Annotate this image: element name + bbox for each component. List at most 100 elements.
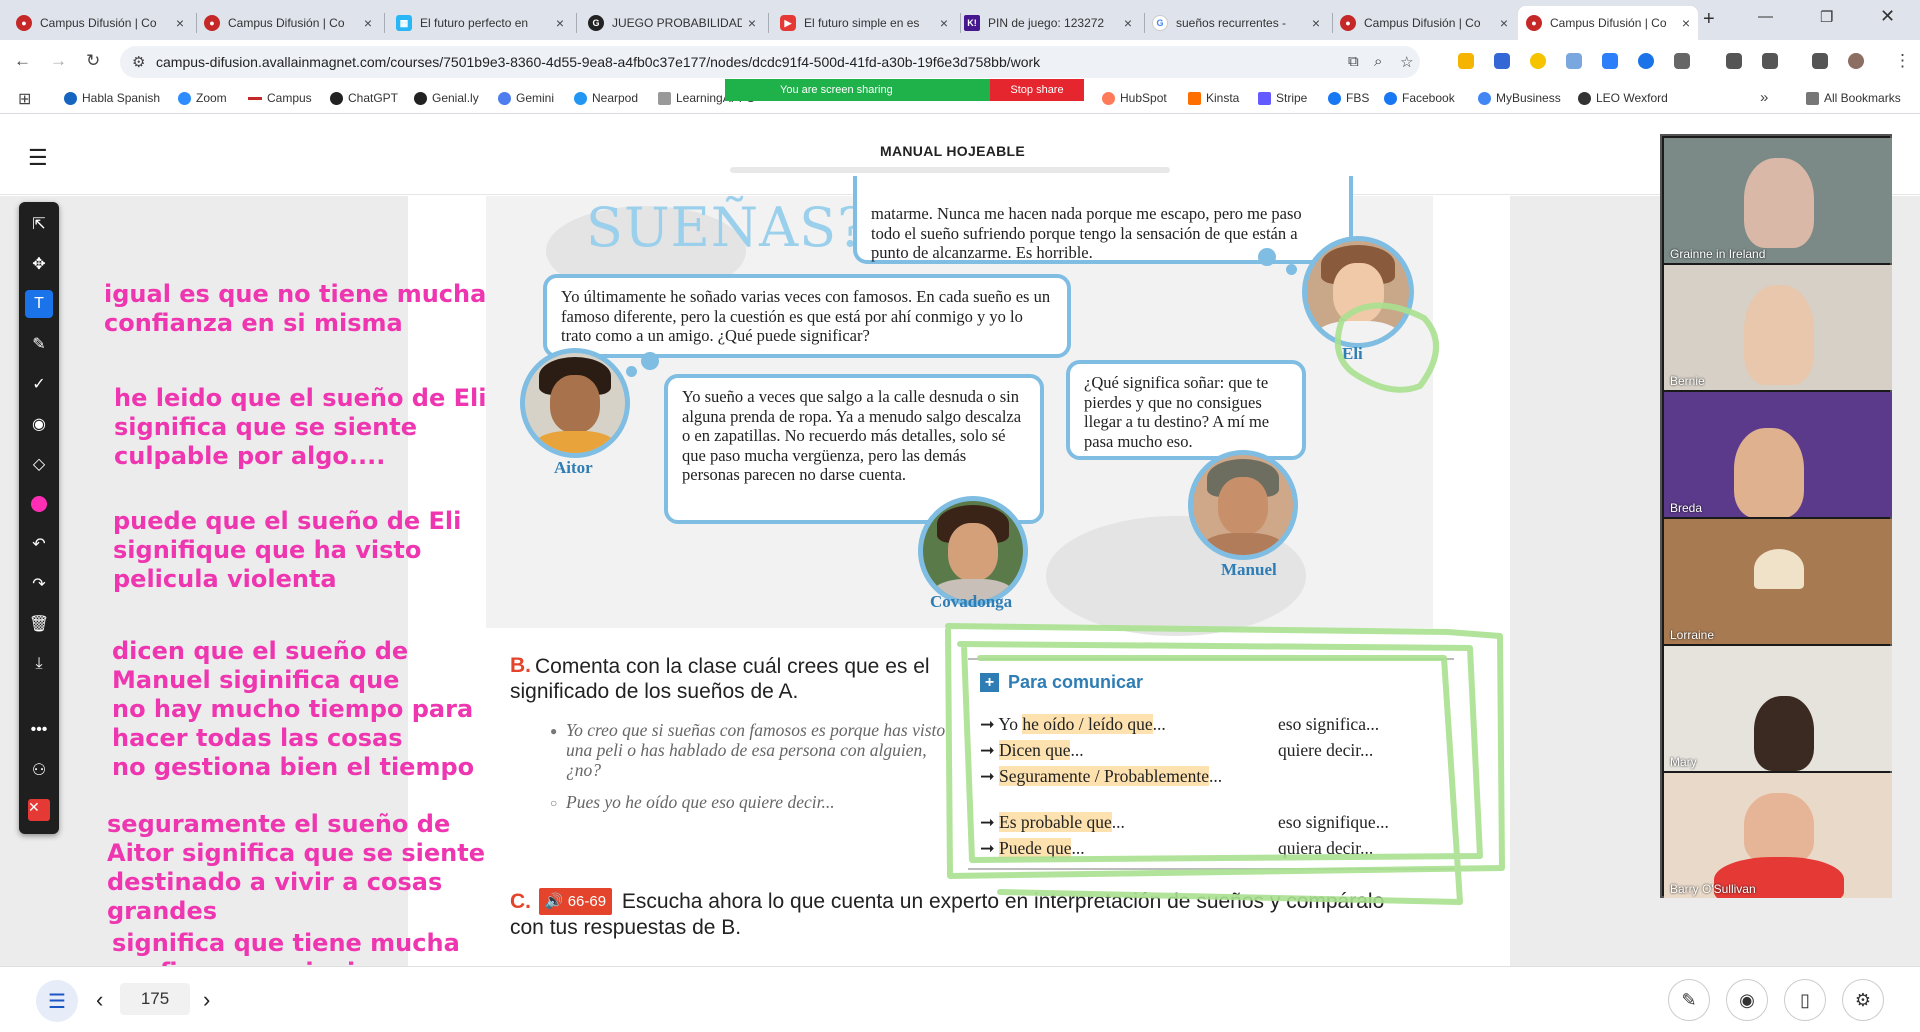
browser-tab[interactable]: ● Campus Difusión | Co × xyxy=(8,6,192,40)
settings-gear-icon[interactable]: ⚙ xyxy=(1842,979,1884,1021)
browser-tab[interactable]: ● Campus Difusión | Co × xyxy=(196,6,380,40)
bookmark-item[interactable]: Genial.ly xyxy=(414,91,479,105)
participant-tile[interactable]: Barry O'Sullivan xyxy=(1664,773,1892,898)
view-icon[interactable]: ◉ xyxy=(1726,979,1768,1021)
browser-tab[interactable]: ▶ El futuro simple en es × xyxy=(772,6,956,40)
avatar-eli xyxy=(1302,236,1414,348)
more-bookmarks-icon[interactable]: » xyxy=(1760,89,1768,106)
extension-icon[interactable] xyxy=(1494,53,1510,69)
pointer-icon[interactable]: ⇱ xyxy=(25,210,53,238)
participant-tile[interactable]: Lorraine xyxy=(1664,519,1892,644)
forward-icon[interactable]: → xyxy=(50,51,67,71)
participant-tile[interactable]: Grainne in Ireland xyxy=(1664,138,1892,263)
spotlight-icon[interactable]: ◉ xyxy=(25,410,53,438)
extension-icon[interactable] xyxy=(1602,53,1618,69)
bookmark-star-icon[interactable]: ☆ xyxy=(1400,53,1413,71)
close-tab-icon[interactable]: × xyxy=(1682,15,1690,31)
color-picker-icon[interactable] xyxy=(25,490,53,518)
bookmark-item[interactable]: Facebook xyxy=(1384,91,1455,105)
close-tab-icon[interactable]: × xyxy=(556,15,564,31)
participant-icon[interactable]: ⚇ xyxy=(25,756,53,784)
example-2: Pues yo he oído que eso quiere decir... xyxy=(566,792,835,812)
close-window-icon[interactable]: ✕ xyxy=(1880,6,1895,27)
drive-extension-icon[interactable] xyxy=(1458,53,1474,69)
pen-icon[interactable]: ✎ xyxy=(25,330,53,358)
url-bar[interactable]: ⚙ campus-difusion.avallainmagnet.com/cou… xyxy=(120,46,1420,78)
trash-extension-icon[interactable] xyxy=(1726,53,1742,69)
video-participants-panel: Grainne in Ireland Bernie Breda Lorraine… xyxy=(1660,134,1892,898)
extensions-puzzle-icon[interactable] xyxy=(1674,53,1690,69)
phrase-row: ➞ Puede que... xyxy=(980,838,1085,858)
download-icon[interactable]: ⤓ xyxy=(25,650,53,678)
browser-tab[interactable]: ▦ El futuro perfecto en × xyxy=(388,6,572,40)
bookmark-item[interactable]: Nearpod xyxy=(574,91,638,105)
check-icon[interactable]: ✓ xyxy=(25,370,53,398)
menu-dots-icon[interactable]: ⋮ xyxy=(1894,51,1911,71)
participant-tile[interactable]: Mary xyxy=(1664,646,1892,771)
page-number-field[interactable]: 175 xyxy=(120,983,190,1015)
close-tab-icon[interactable]: × xyxy=(1500,15,1508,31)
close-tab-icon[interactable]: × xyxy=(176,15,184,31)
close-annotation-icon[interactable]: ✕ xyxy=(25,796,53,824)
title-underline xyxy=(730,167,1170,173)
book-page: SUEÑAS? matarme. Nunca me hacen nada por… xyxy=(408,176,1510,966)
phrase-ending: quiera decir... xyxy=(1278,838,1374,858)
extension-icon[interactable] xyxy=(1530,53,1546,69)
reload-icon[interactable]: ↻ xyxy=(86,51,100,71)
notes-icon[interactable]: ✎ xyxy=(1668,979,1710,1021)
close-tab-icon[interactable]: × xyxy=(364,15,372,31)
participant-tile[interactable]: Breda xyxy=(1664,392,1892,517)
close-tab-icon[interactable]: × xyxy=(940,15,948,31)
extension-icon[interactable] xyxy=(1638,53,1654,69)
back-icon[interactable]: ← xyxy=(14,51,31,71)
extension-icon[interactable] xyxy=(1566,53,1582,69)
section-b-instruction: Comenta con la clase cuál crees que es e… xyxy=(510,655,930,703)
bookmark-item[interactable]: Stripe xyxy=(1258,91,1307,105)
close-tab-icon[interactable]: × xyxy=(1124,15,1132,31)
eraser-icon[interactable]: ◇ xyxy=(25,450,53,478)
redo-icon[interactable]: ↷ xyxy=(25,570,53,598)
browser-tab[interactable]: ● Campus Difusión | Co × xyxy=(1332,6,1516,40)
browser-tab-active[interactable]: ● Campus Difusión | Co × xyxy=(1518,6,1698,40)
stop-share-button[interactable]: Stop share xyxy=(990,79,1084,101)
minimize-icon[interactable]: — xyxy=(1758,8,1773,25)
browser-tab[interactable]: Gsueños recurrentes - × xyxy=(1144,6,1328,40)
bookmark-item[interactable]: ChatGPT xyxy=(330,91,398,105)
prev-page-icon[interactable]: ‹ xyxy=(96,987,103,1013)
bookmark-item[interactable]: MyBusiness xyxy=(1478,91,1561,105)
new-tab-icon[interactable]: + xyxy=(1703,8,1715,31)
media-icon[interactable] xyxy=(1812,53,1828,69)
browser-tab[interactable]: G JUEGO PROBABILIDAD × xyxy=(580,6,764,40)
bookmark-item[interactable]: LEO Wexford xyxy=(1578,91,1668,105)
browser-tab[interactable]: K! PIN de juego: 123272 × xyxy=(956,6,1140,40)
annotation-note: puede que el sueño de Eli signifique que… xyxy=(113,507,462,593)
page-list-icon[interactable]: ☰ xyxy=(36,980,78,1022)
trash-icon[interactable]: 🗑 xyxy=(25,610,53,638)
bookmark-item[interactable]: Gemini xyxy=(498,91,554,105)
more-icon[interactable]: ••• xyxy=(25,716,53,744)
audio-play-button[interactable]: 🔊 66-69 xyxy=(538,888,613,915)
zoom-icon[interactable]: ⌕ xyxy=(1374,53,1382,70)
tab-search-icon[interactable] xyxy=(1762,53,1778,69)
menu-list-icon[interactable]: ☰ xyxy=(28,145,48,171)
all-bookmarks[interactable]: All Bookmarks xyxy=(1806,91,1901,105)
close-tab-icon[interactable]: × xyxy=(748,15,756,31)
next-page-icon[interactable]: › xyxy=(203,987,210,1013)
participant-tile[interactable]: Bernie xyxy=(1664,265,1892,390)
close-tab-icon[interactable]: × xyxy=(1312,15,1320,31)
install-app-icon[interactable]: ⧉ xyxy=(1348,53,1359,70)
undo-icon[interactable]: ↶ xyxy=(25,530,53,558)
site-info-icon[interactable]: ⚙ xyxy=(132,53,145,71)
bookmark-item[interactable]: Zoom xyxy=(178,91,227,105)
profile-avatar[interactable] xyxy=(1848,53,1864,69)
text-tool-icon[interactable]: T xyxy=(25,290,53,318)
bookmark-item[interactable]: FBS xyxy=(1328,91,1369,105)
bookmark-item[interactable]: Habla Spanish xyxy=(64,91,160,105)
move-icon[interactable]: ✥ xyxy=(25,250,53,278)
apps-grid-icon[interactable]: ⊞ xyxy=(18,89,31,109)
bookmark-item[interactable]: HubSpot xyxy=(1102,91,1167,105)
bookmark-page-icon[interactable]: ▯ xyxy=(1784,979,1826,1021)
bookmark-item[interactable]: Campus xyxy=(248,91,312,105)
restore-icon[interactable]: ❐ xyxy=(1820,8,1833,26)
bookmark-item[interactable]: Kinsta xyxy=(1188,91,1239,105)
